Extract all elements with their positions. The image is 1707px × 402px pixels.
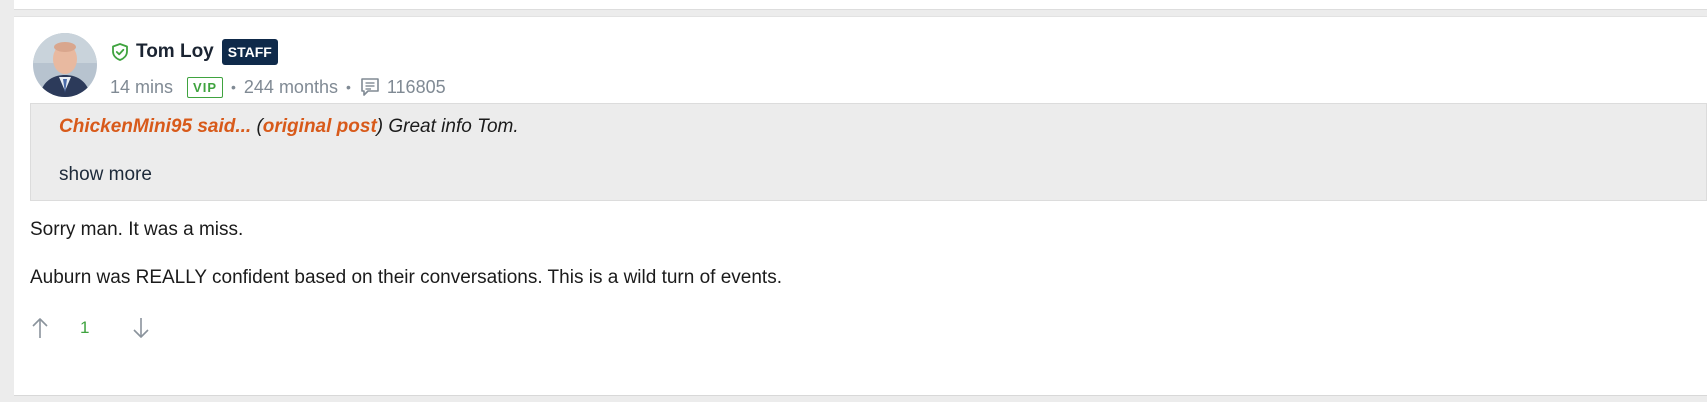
post-paragraph: Auburn was REALLY confident based on the… — [30, 267, 782, 288]
previous-post-edge — [14, 0, 1707, 10]
quote-text: ) Great info Tom. — [376, 116, 519, 137]
post-paragraph: Sorry man. It was a miss. — [30, 219, 244, 240]
vip-badge: VIP — [187, 76, 223, 98]
avatar[interactable] — [33, 33, 97, 97]
forum-post: Tom Loy STAFF 14 mins VIP • 244 months •… — [14, 16, 1707, 396]
quote-paren-open: ( — [251, 116, 263, 137]
arrow-down-icon[interactable] — [131, 316, 151, 340]
show-more-link[interactable]: show more — [59, 164, 152, 186]
post-time[interactable]: 14 mins — [110, 77, 173, 98]
meta-separator: • — [345, 79, 351, 95]
quote-user[interactable]: ChickenMini95 said... — [59, 116, 251, 137]
member-tenure: 244 months — [243, 76, 338, 97]
arrow-up-icon[interactable] — [30, 316, 50, 340]
message-icon — [359, 76, 381, 98]
staff-badge: STAFF — [221, 39, 278, 65]
quoted-post: ChickenMini95 said... (original post) Gr… — [30, 103, 1707, 201]
vote-controls: 1 — [30, 313, 151, 343]
original-post-link[interactable]: original post — [263, 116, 377, 137]
shield-check-icon — [110, 42, 130, 62]
vote-count: 1 — [80, 318, 90, 337]
author-name[interactable]: Tom Loy — [136, 41, 214, 63]
quote-line: ChickenMini95 said... (original post) Gr… — [59, 116, 519, 138]
author-row: Tom Loy STAFF — [110, 37, 278, 67]
post-count: 116805 — [386, 76, 446, 97]
post-meta: 14 mins VIP • 244 months • 116805 — [110, 73, 446, 101]
meta-separator: • — [231, 79, 236, 95]
